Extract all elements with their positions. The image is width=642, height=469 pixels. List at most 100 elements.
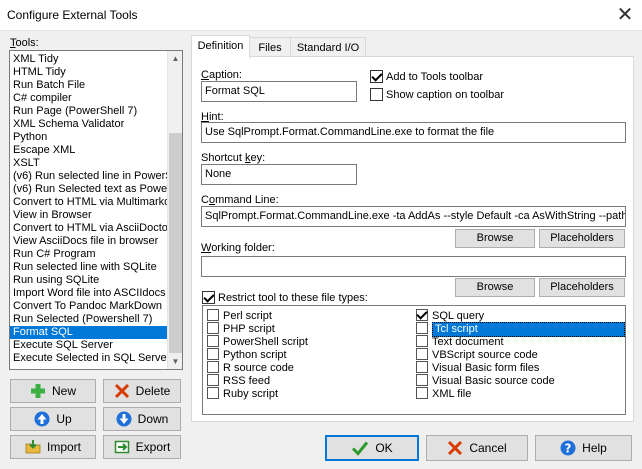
file-type-label: PowerShell script	[223, 336, 308, 348]
tools-list-item[interactable]: XML Tidy	[13, 53, 167, 66]
tools-list-item[interactable]: Run C# Program	[13, 248, 167, 261]
tools-list-item[interactable]: Run Selected (Powershell 7)	[13, 313, 167, 326]
file-type-label: RSS feed	[223, 375, 271, 387]
import-button-label: Import	[46, 440, 81, 454]
tools-list-item[interactable]: Format SQL	[10, 326, 167, 339]
command-placeholders-button[interactable]: Placeholders	[539, 229, 625, 248]
tools-list-item[interactable]: Escape XML	[13, 144, 167, 157]
tools-list-item[interactable]: Convert to HTML via Multimarkdo	[13, 196, 167, 209]
tab-definition[interactable]: Definition	[191, 35, 250, 58]
caption-input[interactable]: Format SQL	[201, 81, 357, 102]
up-button[interactable]: Up	[10, 407, 96, 431]
tools-list-item[interactable]: Run using SQLite	[13, 274, 167, 287]
file-type-checkbox[interactable]	[207, 348, 219, 360]
tools-list-item[interactable]: Execute SQL Server	[13, 339, 167, 352]
import-button[interactable]: Import	[10, 435, 96, 459]
file-type-checkbox[interactable]	[207, 361, 219, 373]
cancel-button[interactable]: Cancel	[426, 435, 528, 461]
scroll-thumb[interactable]	[169, 133, 182, 353]
shortcut-key-input[interactable]: None	[201, 164, 357, 185]
file-type-checkbox[interactable]	[416, 374, 428, 386]
ok-button[interactable]: OK	[325, 435, 419, 461]
file-type-item[interactable]: Visual Basic form files	[416, 361, 539, 374]
file-type-item[interactable]: Visual Basic source code	[416, 374, 555, 387]
file-type-checkbox[interactable]	[207, 374, 219, 386]
restrict-file-types-label: Restrict tool to these file types:	[218, 292, 368, 304]
tools-list-item[interactable]: Import Word file into ASCIIdocs	[13, 287, 167, 300]
tools-list-scrollbar[interactable]: ▲ ▼	[167, 51, 182, 369]
tools-list-item[interactable]: XML Schema Validator	[13, 118, 167, 131]
file-type-item[interactable]: XML file	[416, 387, 471, 400]
import-folder-icon	[25, 440, 41, 454]
tools-list-item[interactable]: Run Page (PowerShell 7)	[13, 105, 167, 118]
file-type-checkbox[interactable]	[416, 348, 428, 360]
add-to-toolbar-checkbox[interactable]	[370, 70, 383, 83]
file-type-label: R source code	[223, 362, 294, 374]
tools-list-item[interactable]: Execute Selected in SQL Server	[13, 352, 167, 365]
tools-list-item[interactable]: XSLT	[13, 157, 167, 170]
down-button-label: Down	[137, 412, 169, 426]
help-button-label: Help	[582, 441, 607, 455]
folder-browse-button[interactable]: Browse	[455, 278, 535, 297]
file-types-list[interactable]: Perl script PHP script PowerShell script Py…	[202, 305, 626, 415]
file-type-checkbox[interactable]	[416, 309, 428, 321]
file-type-checkbox[interactable]	[416, 387, 428, 399]
file-type-label: Perl script	[223, 310, 272, 322]
file-type-item[interactable]: Ruby script	[207, 387, 278, 400]
hint-input[interactable]: Use SqlPrompt.Format.CommandLine.exe to …	[201, 122, 626, 143]
file-type-item[interactable]: RSS feed	[207, 374, 270, 387]
show-caption-checkbox[interactable]	[370, 88, 383, 101]
file-type-item[interactable]: Python script	[207, 348, 287, 361]
tools-list-item[interactable]: View in Browser	[13, 209, 167, 222]
file-type-item[interactable]: R source code	[207, 361, 294, 374]
tools-list-item[interactable]: Convert to HTML via AsciiDoctor	[13, 222, 167, 235]
tools-list-item[interactable]: Python	[13, 131, 167, 144]
file-type-checkbox[interactable]	[207, 335, 219, 347]
file-type-item[interactable]: Tcl script	[416, 322, 625, 337]
restrict-file-types-checkbox[interactable]	[202, 291, 215, 304]
help-button[interactable]: ? Help	[535, 435, 632, 461]
tools-list-item[interactable]: C# compiler	[13, 92, 167, 105]
tools-list-item[interactable]: Run Batch File	[13, 79, 167, 92]
working-folder-input[interactable]	[201, 256, 626, 277]
tools-list-item[interactable]: (v6) Run Selected text as Power	[13, 183, 167, 196]
tools-list-item[interactable]: View AsciiDocs file in browser	[13, 235, 167, 248]
new-button[interactable]: New	[10, 379, 96, 403]
file-type-item[interactable]: PowerShell script	[207, 335, 308, 348]
delete-button[interactable]: Delete	[103, 379, 181, 403]
file-type-label: Visual Basic form files	[432, 362, 540, 374]
command-line-input[interactable]: SqlPrompt.Format.CommandLine.exe -ta Add…	[201, 206, 626, 227]
new-button-label: New	[51, 384, 76, 398]
down-button[interactable]: Down	[103, 407, 181, 431]
file-type-checkbox[interactable]	[416, 361, 428, 373]
delete-button-label: Delete	[135, 384, 171, 398]
tab-standard-io[interactable]: Standard I/O	[290, 37, 366, 58]
file-type-checkbox[interactable]	[416, 335, 428, 347]
file-type-checkbox[interactable]	[207, 309, 219, 321]
tools-list[interactable]: XML Tidy HTML Tidy Run Batch File C# compil…	[9, 50, 183, 370]
close-icon[interactable]: ✕	[613, 3, 637, 27]
title-bar: Configure External Tools ✕	[0, 0, 642, 31]
export-button[interactable]: Export	[103, 435, 181, 459]
file-type-item[interactable]: PHP script	[207, 322, 275, 335]
file-type-checkbox[interactable]	[207, 322, 219, 334]
tools-list-item[interactable]: (v6) Run selected line in PowerS	[13, 170, 167, 183]
plus-icon	[30, 384, 45, 398]
file-type-item[interactable]: Text document	[416, 335, 504, 348]
command-browse-button[interactable]: Browse	[455, 229, 535, 248]
tools-list-item[interactable]: Run selected line with SQLite	[13, 261, 167, 274]
tools-list-items: XML Tidy HTML Tidy Run Batch File C# compil…	[10, 51, 167, 369]
tools-list-item[interactable]: Convert To Pandoc MarkDown	[13, 300, 167, 313]
tools-list-item[interactable]: HTML Tidy	[13, 66, 167, 79]
ok-button-label: OK	[375, 441, 393, 455]
folder-placeholders-button[interactable]: Placeholders	[539, 278, 625, 297]
show-caption-label: Show caption on toolbar	[386, 89, 505, 101]
file-type-item[interactable]: SQL query	[416, 309, 484, 322]
scroll-down-arrow-icon[interactable]: ▼	[168, 354, 182, 369]
scroll-up-arrow-icon[interactable]: ▲	[168, 51, 182, 66]
file-type-checkbox[interactable]	[416, 322, 428, 334]
tab-files[interactable]: Files	[249, 37, 291, 58]
file-type-item[interactable]: Perl script	[207, 309, 272, 322]
file-type-checkbox[interactable]	[207, 387, 219, 399]
file-type-item[interactable]: VBScript source code	[416, 348, 538, 361]
